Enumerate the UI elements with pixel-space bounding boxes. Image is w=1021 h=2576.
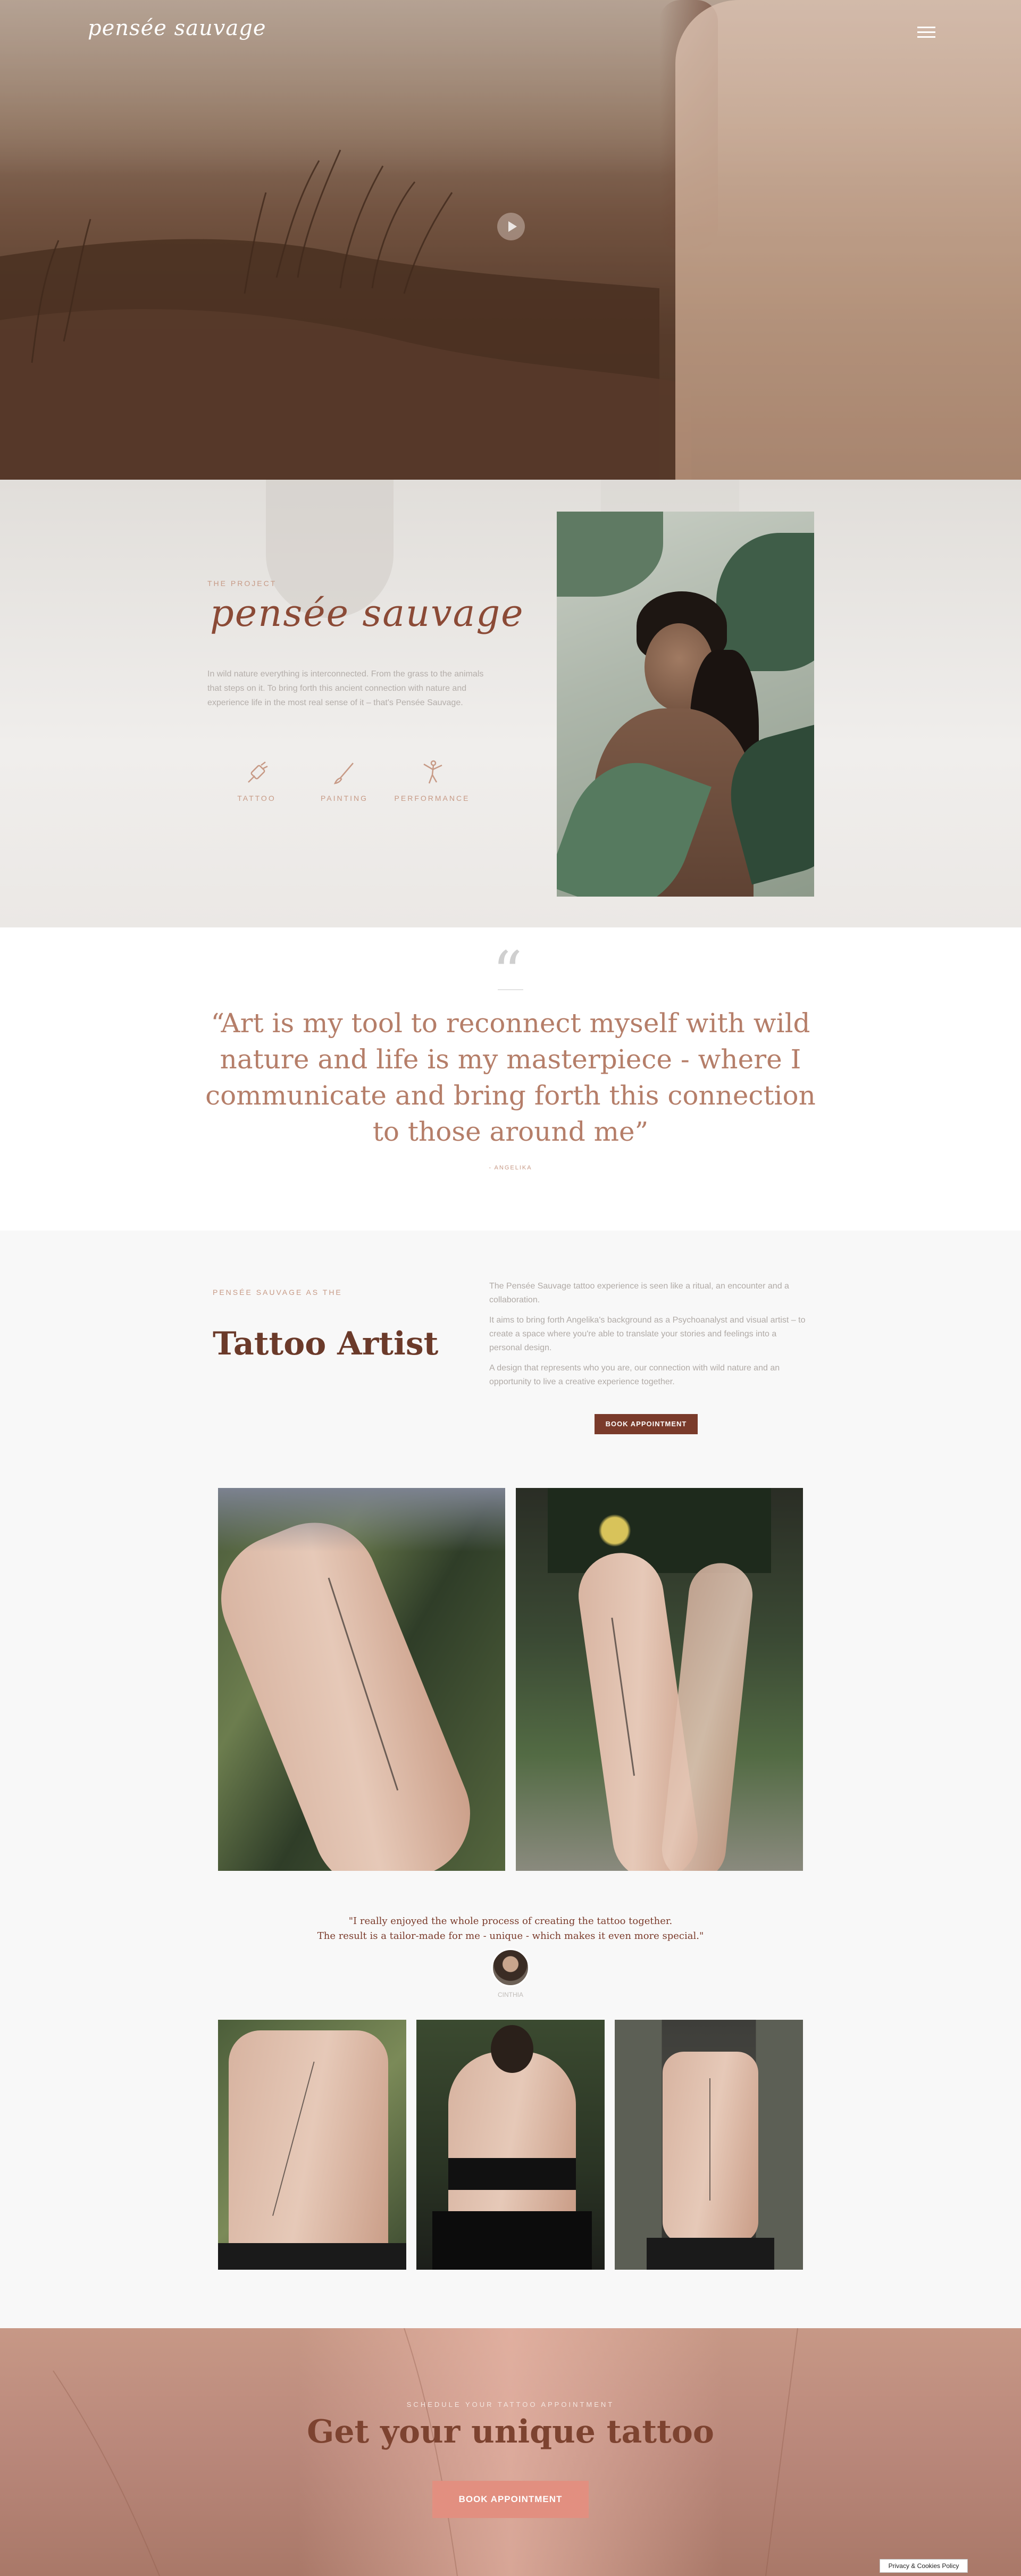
avatar <box>491 1948 530 1987</box>
service-tattoo[interactable]: TATTOO <box>213 759 300 802</box>
photo-skin <box>448 2052 576 2222</box>
tattoo-section: PENSÉE SAUVAGE AS THE Tattoo Artist The … <box>0 1231 1021 2328</box>
tattoo-photo-back[interactable] <box>416 2020 605 2270</box>
testimonial-line: "I really enjoyed the whole process of c… <box>348 1916 673 1927</box>
photo-tattoo-ink <box>709 2078 715 2201</box>
leaf-shape <box>557 512 663 597</box>
cta-eyebrow: SCHEDULE YOUR TATTOO APPOINTMENT <box>406 2401 615 2408</box>
quote-text: “Art is my tool to reconnect myself with… <box>205 1008 816 1147</box>
cta-fern-overlay <box>53 2328 798 2576</box>
project-description: In wild nature everything is interconnec… <box>207 670 484 707</box>
photo-dress <box>548 1488 771 1573</box>
quote-author: - ANGELIKA <box>489 1165 532 1171</box>
services-list: TATTOO PAINTING PERFORMANCE <box>213 759 476 802</box>
tattoo-photo-arm[interactable] <box>218 1488 505 1871</box>
cta-title: Get your unique tattoo <box>307 2413 714 2450</box>
tattoo-paragraph: A design that represents who you are, ou… <box>489 1364 780 1386</box>
quote-divider <box>498 989 523 990</box>
tattoo-description: The Pensée Sauvage tattoo experience is … <box>489 1279 808 1395</box>
project-eyebrow: THE PROJECT <box>207 579 277 588</box>
photo-skin <box>218 1503 490 1871</box>
testimonial-quote: "I really enjoyed the whole process of c… <box>255 1914 766 1944</box>
tattoo-paragraph: The Pensée Sauvage tattoo experience is … <box>489 1282 789 1304</box>
site-logo[interactable]: pensée sauvage <box>88 16 266 40</box>
book-appointment-button[interactable]: BOOK APPOINTMENT <box>595 1414 698 1434</box>
service-label: TATTOO <box>237 794 276 802</box>
cta-book-appointment-button[interactable]: BOOK APPOINTMENT <box>432 2481 589 2518</box>
tattoo-photo-torso[interactable] <box>218 2020 406 2270</box>
service-performance[interactable]: PERFORMANCE <box>388 759 476 802</box>
hamburger-icon[interactable] <box>916 27 937 41</box>
service-painting[interactable]: PAINTING <box>300 759 388 802</box>
photo-top <box>448 2158 576 2190</box>
tattoo-eyebrow: PENSÉE SAUVAGE AS THE <box>213 1288 342 1297</box>
tattoo-machine-icon <box>247 762 268 783</box>
dancer-icon <box>423 760 442 784</box>
photo-skirt <box>432 2211 592 2270</box>
project-portrait-photo <box>557 512 814 897</box>
project-script-title: pensée sauvage <box>210 591 524 635</box>
project-section: THE PROJECT pensée sauvage In wild natur… <box>0 480 1021 927</box>
tattoo-photo-chest[interactable] <box>615 2020 803 2270</box>
tattoo-title: Tattoo Artist <box>213 1325 439 1362</box>
photo-pants <box>218 2243 406 2270</box>
project-background <box>0 480 1021 927</box>
privacy-cookies-button[interactable]: Privacy & Cookies Policy <box>880 2559 968 2573</box>
service-label: PAINTING <box>320 794 369 802</box>
testimonial-line: The result is a tailor-made for me - uni… <box>317 1930 704 1942</box>
cta-section: SCHEDULE YOUR TATTOO APPOINTMENT Get you… <box>0 2328 1021 2576</box>
photo-sleeve <box>218 1488 505 1552</box>
play-icon[interactable] <box>497 213 525 240</box>
quote-icon: “ <box>492 939 523 1007</box>
quote-section: “ “Art is my tool to reconnect myself wi… <box>0 927 1021 1231</box>
paintbrush-icon <box>333 763 354 784</box>
tattoo-paragraph: It aims to bring forth Angelika's backgr… <box>489 1316 806 1352</box>
photo-head <box>491 2025 533 2073</box>
photo-pants <box>647 2238 774 2270</box>
tattoo-photo-leg[interactable] <box>516 1488 803 1871</box>
service-label: PERFORMANCE <box>394 794 470 802</box>
testimonial-author: CINTHIA <box>498 1991 523 1998</box>
